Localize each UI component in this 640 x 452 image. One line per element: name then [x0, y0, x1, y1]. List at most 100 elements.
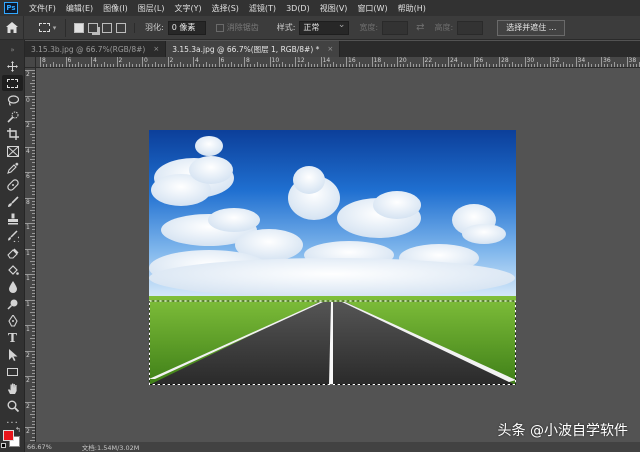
- ruler-h-label: 6: [220, 57, 225, 64]
- ruler-h-label: 2: [169, 57, 174, 64]
- ruler-h-label: 8: [246, 57, 250, 64]
- photoshop-logo: Ps: [4, 2, 18, 14]
- menu-window[interactable]: 窗口(W): [352, 3, 392, 14]
- swap-colors-icon[interactable]: ↰: [15, 426, 21, 434]
- selection-modes: [74, 22, 135, 33]
- menu-file[interactable]: 文件(F): [24, 3, 61, 14]
- options-bar: ▾ 羽化: 0 像素 消除锯齿 样式: 正常 宽度: ⇄ 高度: 选择并遮住 .…: [0, 15, 640, 40]
- collapse-arrows-icon[interactable]: »: [2, 42, 23, 58]
- menu-edit[interactable]: 编辑(E): [61, 3, 98, 14]
- ruler-h-label: 4: [195, 57, 199, 64]
- ruler-corner[interactable]: [25, 57, 36, 68]
- eraser-icon[interactable]: [2, 245, 23, 261]
- ruler-h-label: 34: [577, 57, 586, 64]
- horizontal-ruler[interactable]: 8 6 4 2 0 2 4 6 8 10 12 14 16 18 20 22 24 26 28 30 32 34 36 38: [36, 57, 640, 68]
- ruler-h-label: 22: [424, 57, 433, 64]
- ruler-h-label: 12: [297, 57, 305, 64]
- ruler-h-label: 36: [603, 57, 611, 64]
- select-and-mask-button[interactable]: 选择并遮住 ...: [497, 19, 566, 36]
- watermark: 头条 @小波自学软件: [497, 423, 628, 439]
- dodge-icon[interactable]: [2, 296, 23, 312]
- menu-help[interactable]: 帮助(H): [393, 3, 431, 14]
- new-selection-button[interactable]: [74, 22, 84, 33]
- checkbox-box: [215, 23, 224, 32]
- paint-bucket-icon[interactable]: [2, 262, 23, 278]
- style-select[interactable]: 正常: [299, 19, 350, 35]
- brush-icon[interactable]: [2, 194, 23, 210]
- tab-3.15.3a[interactable]: 3.15.3a.jpg @ 66.7%(图层 1, RGB/8#) * ×: [166, 41, 341, 57]
- blur-icon[interactable]: [2, 279, 23, 295]
- home-button[interactable]: [0, 15, 24, 40]
- canvas-area[interactable]: [36, 68, 640, 442]
- menu-filter[interactable]: 滤镜(T): [244, 3, 281, 14]
- status-bar: 66.67% 文档:1.54M/3.02M: [25, 442, 640, 452]
- hand-icon[interactable]: [2, 381, 23, 397]
- pen-icon[interactable]: [2, 313, 23, 329]
- move-icon[interactable]: [2, 58, 23, 74]
- tool-preset-picker[interactable]: ▾: [30, 18, 66, 37]
- lasso-icon[interactable]: [2, 92, 23, 108]
- ruler-h-label: 38: [628, 57, 637, 64]
- ruler-h-label: 32: [552, 57, 560, 64]
- tab-3.15.3b[interactable]: 3.15.3b.jpg @ 66.7%(RGB/8#) ×: [25, 41, 167, 57]
- antialias-checkbox[interactable]: 消除锯齿: [215, 22, 259, 33]
- path-select-icon[interactable]: [2, 347, 23, 363]
- marquee-preset-icon: [38, 23, 50, 32]
- default-colors-icon[interactable]: [1, 443, 6, 448]
- close-icon[interactable]: ×: [153, 45, 159, 53]
- zoom-icon[interactable]: [2, 398, 23, 414]
- road-sky-photo: [149, 130, 516, 385]
- swap-icon[interactable]: ⇄: [416, 22, 424, 33]
- ruler-h-label: 8: [42, 57, 46, 64]
- feather-input[interactable]: 0 像素: [167, 20, 206, 35]
- ruler-h-label: 18: [373, 57, 382, 64]
- menu-3d[interactable]: 3D(D): [281, 4, 315, 13]
- ruler-h-label: 24: [450, 57, 458, 64]
- ruler-v-label: 2: [26, 377, 30, 384]
- crop-icon[interactable]: [2, 126, 23, 142]
- ruler-h-label: 30: [526, 57, 535, 64]
- frame-icon[interactable]: [2, 143, 23, 159]
- ruler-v-label: 4: [26, 147, 30, 155]
- menu-image[interactable]: 图像(I): [98, 3, 133, 14]
- ruler-h-label: 20: [399, 57, 407, 64]
- type-icon[interactable]: T: [2, 330, 23, 346]
- ruler-v-label: 0: [26, 96, 30, 104]
- ruler-h-label: 14: [322, 57, 331, 64]
- style-label: 样式:: [276, 23, 296, 32]
- marquee-icon[interactable]: [2, 75, 23, 91]
- rectangle-icon[interactable]: [2, 364, 23, 380]
- menu-select[interactable]: 选择(S): [207, 3, 244, 14]
- ruler-v-label: 6: [26, 173, 30, 180]
- height-input[interactable]: [457, 20, 484, 35]
- intersect-selection-button[interactable]: [116, 22, 126, 33]
- ruler-h-label: 28: [501, 57, 509, 64]
- document-image[interactable]: [149, 130, 516, 385]
- tools-panel: » T ··· ↰: [0, 40, 25, 452]
- ruler-v-label: 1: [26, 326, 30, 333]
- history-brush-icon[interactable]: [2, 228, 23, 244]
- ruler-v-label: 2: [26, 71, 30, 78]
- subtract-selection-button[interactable]: [102, 22, 112, 33]
- stamp-icon[interactable]: [2, 211, 23, 227]
- foreground-color-swatch[interactable]: [3, 430, 14, 441]
- vertical-ruler[interactable]: 2 0 2 4 6 8 1 1 1 1 1 2 2 2 2: [25, 68, 36, 442]
- close-icon[interactable]: ×: [327, 45, 333, 53]
- add-selection-button[interactable]: [88, 22, 98, 33]
- healing-icon[interactable]: [2, 177, 23, 193]
- height-label: 高度:: [434, 23, 454, 32]
- quick-select-icon[interactable]: [2, 109, 23, 125]
- menu-layer[interactable]: 图层(L): [133, 3, 170, 14]
- eyedropper-icon[interactable]: [2, 160, 23, 176]
- ruler-h-label: 4: [93, 57, 97, 64]
- ruler-h-label: 26: [475, 57, 484, 64]
- width-input[interactable]: [382, 20, 409, 35]
- document-size: 文档:1.54M/3.02M: [81, 444, 140, 452]
- menu-type[interactable]: 文字(Y): [169, 3, 206, 14]
- chevron-down-icon: ▾: [52, 23, 57, 32]
- zoom-level[interactable]: 66.67%: [27, 443, 52, 451]
- antialias-label: 消除锯齿: [226, 23, 259, 32]
- menu-view[interactable]: 视图(V): [315, 3, 353, 14]
- ruler-v-label: 1: [26, 224, 30, 231]
- ruler-v-label: 1: [26, 300, 30, 308]
